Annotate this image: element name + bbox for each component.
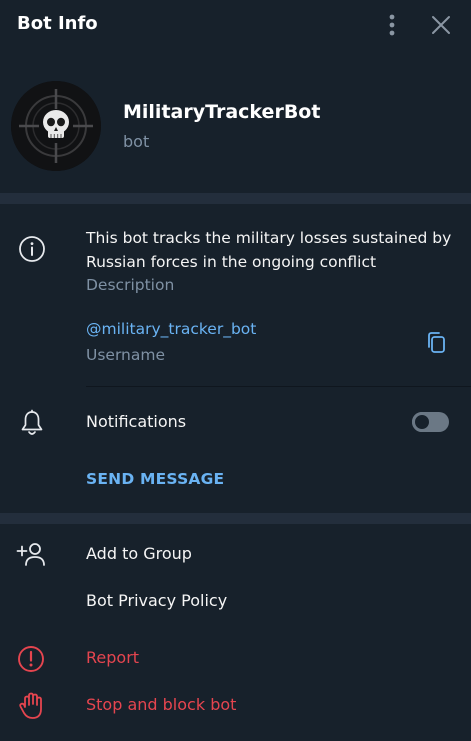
stop-block-label: Stop and block bot	[86, 695, 237, 714]
divider	[86, 386, 471, 387]
section-separator	[0, 513, 471, 524]
alert-icon	[16, 644, 46, 674]
info-icon	[18, 235, 46, 263]
section-separator	[0, 193, 471, 204]
more-options-icon[interactable]	[382, 13, 402, 37]
hand-stop-icon	[16, 691, 46, 721]
add-to-group-label: Add to Group	[86, 544, 192, 563]
bot-name: MilitaryTrackerBot	[123, 101, 321, 123]
description-label: Description	[86, 276, 175, 294]
bot-type-label: bot	[123, 132, 150, 151]
bell-icon	[19, 409, 45, 437]
stop-block-button[interactable]: Stop and block bot	[0, 683, 471, 729]
header: Bot Info	[0, 0, 471, 50]
username-link[interactable]: @military_tracker_bot	[86, 320, 256, 338]
skull-crosshair-icon	[11, 81, 101, 171]
profile-section: MilitaryTrackerBot bot	[0, 50, 471, 193]
notifications-label: Notifications	[86, 412, 187, 431]
privacy-policy-button[interactable]: Bot Privacy Policy	[0, 579, 471, 625]
report-label: Report	[86, 648, 140, 667]
panel-title: Bot Info	[17, 13, 98, 34]
report-button[interactable]: Report	[0, 636, 471, 682]
description-text: This bot tracks the military losses sust…	[86, 229, 452, 271]
close-icon[interactable]	[430, 14, 452, 36]
privacy-policy-label: Bot Privacy Policy	[86, 591, 228, 610]
toggle-knob	[412, 412, 432, 432]
add-user-icon	[16, 540, 46, 570]
username-label: Username	[86, 346, 166, 364]
avatar[interactable]	[11, 81, 101, 171]
add-to-group-button[interactable]: Add to Group	[0, 532, 471, 578]
send-message-button[interactable]: SEND MESSAGE	[86, 470, 224, 488]
copy-icon[interactable]	[424, 330, 450, 356]
notifications-toggle[interactable]	[412, 412, 449, 432]
